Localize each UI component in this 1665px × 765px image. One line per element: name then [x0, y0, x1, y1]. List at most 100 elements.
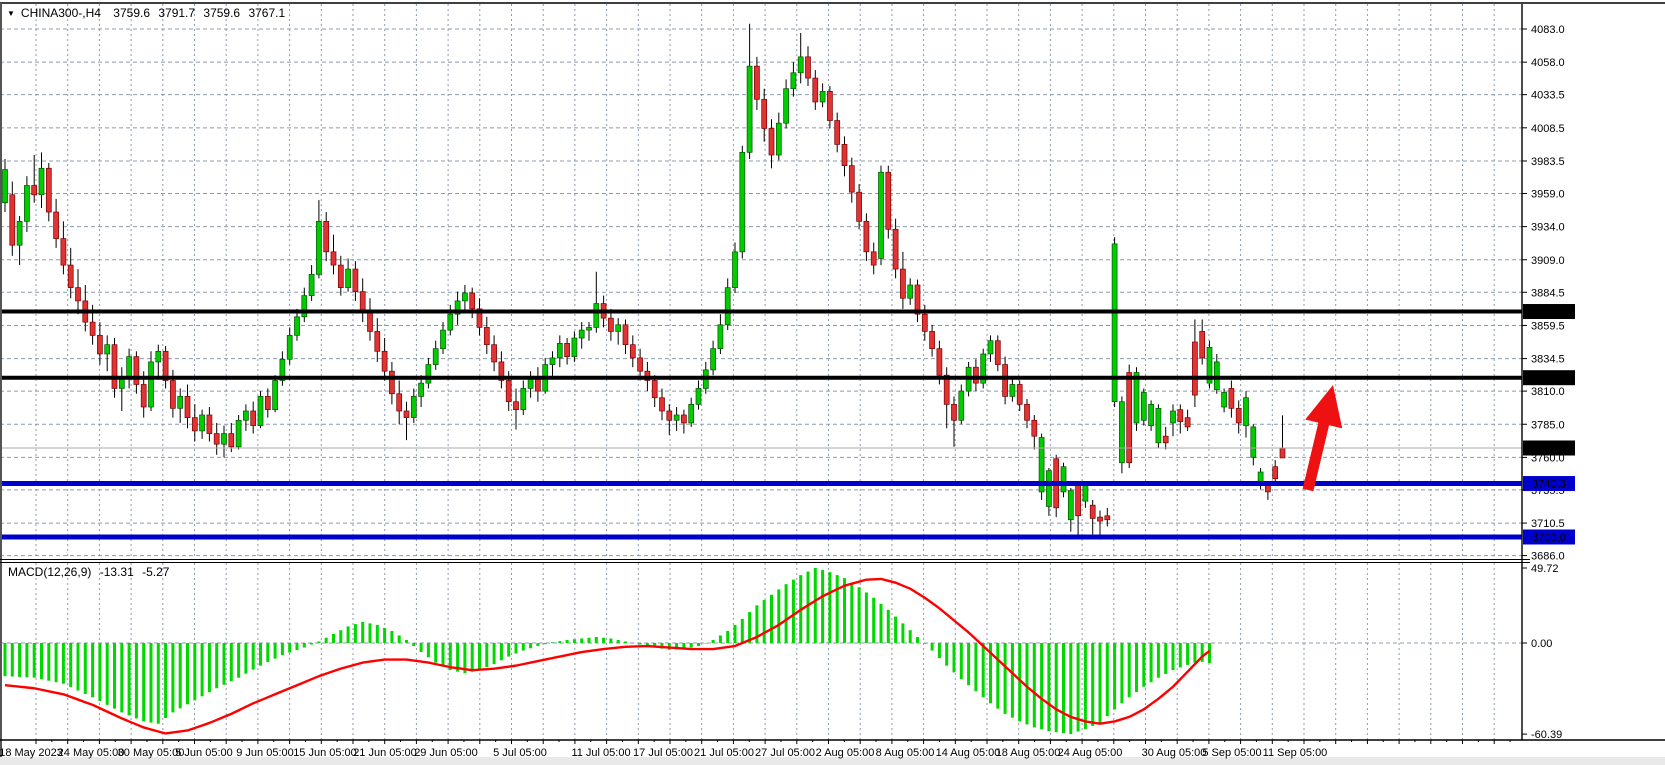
macd-histogram-bar [1033, 643, 1036, 727]
candle [68, 265, 73, 288]
macd-histogram-bar [1055, 643, 1058, 732]
macd-histogram-bar [996, 643, 999, 709]
macd-histogram-bar [894, 617, 897, 643]
candle [674, 415, 679, 420]
macd-histogram-bar [515, 643, 518, 654]
chart-canvas[interactable]: 4083.04058.04033.54008.53983.53959.03934… [0, 0, 1665, 765]
candle [849, 166, 854, 193]
macd-histogram-bar [69, 643, 72, 687]
macd-histogram-bar [296, 643, 299, 650]
macd-histogram-bar [288, 643, 291, 653]
macd-histogram-bar [412, 643, 415, 646]
macd-histogram-bar [493, 643, 496, 664]
macd-histogram-bar [609, 638, 612, 643]
macd-histogram-bar [434, 643, 437, 663]
candle [879, 172, 884, 258]
candle [338, 265, 343, 288]
macd-histogram-bar [967, 643, 970, 685]
candle [550, 358, 555, 365]
symbol-period-label: CHINA300-,H4 [21, 6, 101, 20]
symbol-dropdown-icon[interactable]: ▼ [7, 9, 15, 18]
macd-histogram-bar [901, 623, 904, 643]
candle [1061, 467, 1066, 492]
macd-histogram-bar [1120, 643, 1123, 703]
candle [893, 229, 898, 269]
candle [316, 221, 321, 274]
macd-histogram-bar [595, 637, 598, 643]
macd-histogram-bar [4, 643, 7, 676]
macd-histogram-bar [398, 635, 401, 643]
candle [1068, 491, 1073, 520]
svg-text:2 Aug 05:00: 2 Aug 05:00 [816, 747, 875, 759]
candle [1280, 448, 1285, 458]
candle [952, 404, 957, 420]
macd-histogram-bar [1128, 643, 1131, 697]
candle [54, 212, 59, 239]
svg-text:15 Jun 05:00: 15 Jun 05:00 [293, 747, 357, 759]
candle [222, 434, 227, 445]
macd-histogram-bar [376, 625, 379, 643]
candle [1156, 408, 1161, 442]
macd-histogram-bar [369, 623, 372, 643]
candle [930, 331, 935, 348]
candle [1192, 342, 1197, 395]
candle [426, 365, 431, 384]
candle [32, 186, 37, 195]
candle [535, 378, 540, 391]
price-badge: 3870.0 [1523, 304, 1575, 319]
macd-histogram-bar [84, 643, 87, 694]
macd-histogram-bar [741, 619, 744, 643]
macd-histogram-bar [1150, 643, 1153, 682]
macd-histogram-bar [1040, 643, 1043, 729]
macd-histogram-bar [945, 643, 948, 666]
candle [959, 391, 964, 420]
macd-histogram-bar [697, 643, 700, 646]
macd-histogram-bar [1011, 643, 1014, 718]
candle [718, 325, 723, 349]
macd-histogram-bar [566, 640, 569, 643]
macd-histogram-bar [11, 643, 14, 677]
candle [747, 66, 752, 152]
macd-histogram-bar [624, 641, 627, 643]
macd-histogram-bar [317, 641, 320, 643]
candle [1127, 373, 1132, 463]
price-badge: 3820.1 [1523, 370, 1575, 385]
candle [397, 394, 402, 411]
macd-histogram-bar [953, 643, 956, 672]
svg-text:11 Sep 05:00: 11 Sep 05:00 [1263, 747, 1328, 759]
macd-histogram-bar [442, 643, 445, 666]
svg-text:4008.5: 4008.5 [1531, 123, 1565, 135]
macd-histogram-bar [938, 643, 941, 658]
macd-main-value: -13.31 [100, 565, 134, 579]
macd-histogram-bar [150, 643, 153, 723]
candle [1273, 467, 1278, 479]
macd-histogram-bar [960, 643, 963, 679]
candle [10, 195, 15, 245]
macd-histogram-bar [777, 589, 780, 643]
macd-histogram-bar [325, 638, 328, 643]
candle [229, 434, 234, 447]
candle [185, 396, 190, 417]
macd-histogram-bar [164, 643, 167, 718]
candle [462, 293, 467, 301]
svg-text:3983.5: 3983.5 [1531, 156, 1565, 168]
svg-text:24 May 05:00: 24 May 05:00 [58, 747, 125, 759]
candle [1178, 410, 1183, 422]
candle [382, 351, 387, 371]
macd-histogram-bar [244, 643, 247, 674]
candle [411, 396, 416, 417]
candle [492, 345, 497, 362]
svg-text:3710.5: 3710.5 [1531, 518, 1565, 530]
candle [192, 418, 197, 431]
candle [725, 288, 730, 325]
candle [806, 57, 811, 78]
candle [689, 404, 694, 423]
chart-header: ▼CHINA300-,H4 3759.6 3791.7 3759.6 3767.… [7, 6, 285, 20]
svg-text:30 Aug 05:00: 30 Aug 05:00 [1142, 747, 1207, 759]
macd-histogram-bar [485, 643, 488, 667]
macd-histogram-bar [872, 598, 875, 643]
svg-text:3870.0: 3870.0 [1532, 307, 1566, 319]
candle [1098, 517, 1103, 521]
candle [448, 314, 453, 330]
candle [784, 89, 789, 123]
